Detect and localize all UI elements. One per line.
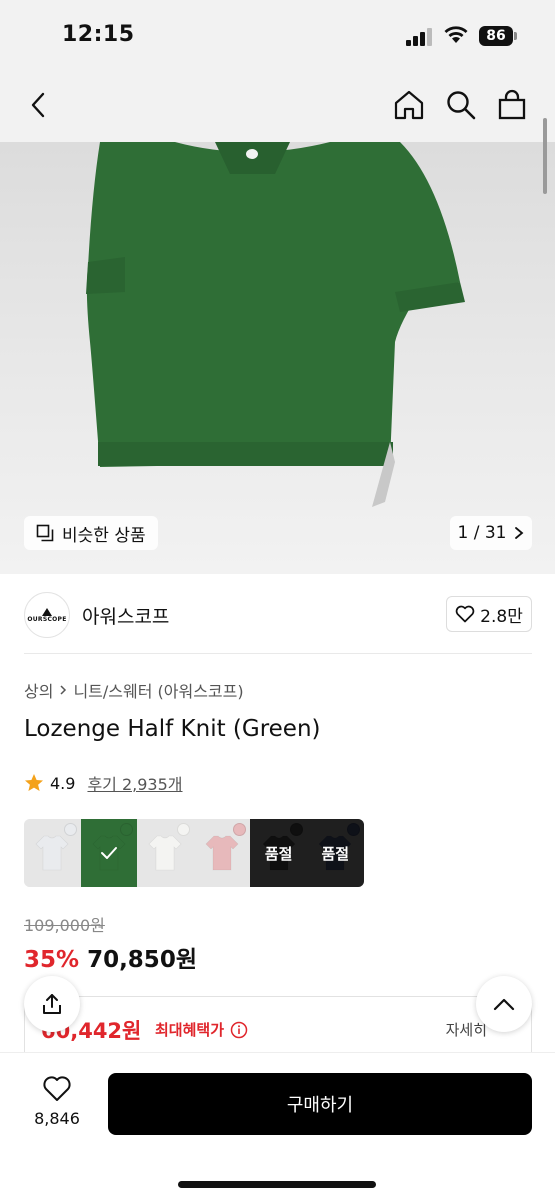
bottom-purchase-bar: 8,846 구매하기 — [0, 1052, 555, 1200]
scrollbar-thumb[interactable] — [543, 118, 547, 194]
rating-score: 4.9 — [50, 773, 76, 793]
benefit-detail-link[interactable]: 자세히 — [446, 1019, 487, 1040]
wifi-icon — [444, 26, 468, 43]
brand-logo[interactable]: OURSCOPE — [24, 592, 70, 638]
search-icon — [447, 91, 476, 120]
breadcrumb: 상의 니트/스웨터 (아워스코프) — [24, 678, 244, 702]
home-icon — [394, 90, 424, 120]
brand-row: OURSCOPE 아워스코프 2.8만 — [24, 590, 532, 640]
home-indicator[interactable] — [178, 1181, 376, 1188]
discount-rate: 35% — [24, 947, 80, 973]
similar-icon — [36, 524, 54, 542]
sale-price: 70,850원 — [87, 947, 197, 973]
divider — [24, 653, 532, 654]
wishlist-count: 8,846 — [34, 1109, 80, 1128]
product-title: Lozenge Half Knit (Green) — [24, 716, 321, 742]
search-button[interactable] — [444, 88, 478, 122]
max-benefit-label: 최대혜택가 — [155, 1019, 248, 1040]
buy-button[interactable]: 구매하기 — [108, 1073, 532, 1135]
brand-like-button[interactable]: 2.8만 — [446, 596, 532, 632]
color-swatch[interactable] — [193, 819, 251, 887]
sold-out-label: 품절 — [250, 819, 307, 887]
swatch-color-dot — [176, 823, 190, 836]
swatch-shirt-thumbnail — [149, 835, 182, 871]
battery-tip — [514, 32, 517, 40]
chevron-right-icon — [515, 527, 524, 539]
chevron-right-icon — [60, 685, 67, 695]
page-indicator-text: 1 / 31 — [457, 523, 507, 543]
chevron-up-icon — [493, 998, 515, 1011]
max-benefit-label-text: 최대혜택가 — [155, 1021, 225, 1039]
star-icon — [25, 774, 43, 791]
similar-products-label: 비슷한 상품 — [62, 525, 146, 546]
product-photo[interactable] — [0, 142, 555, 574]
brand-like-count: 2.8만 — [480, 606, 523, 627]
swatch-color-dot — [120, 823, 134, 836]
status-bar: 12:15 86 — [0, 0, 555, 70]
color-swatch[interactable]: 품절 — [306, 819, 364, 887]
brand-logo-text: OURSCOPE — [27, 615, 67, 623]
gallery-page-indicator[interactable]: 1 / 31 — [450, 516, 532, 550]
similar-products-button[interactable]: 비슷한 상품 — [24, 516, 158, 550]
sold-out-label: 품절 — [306, 819, 364, 887]
color-swatch[interactable]: 품절 — [250, 819, 307, 887]
swatch-shirt-thumbnail — [205, 835, 239, 871]
brand-name[interactable]: 아워스코프 — [82, 602, 169, 629]
share-icon — [43, 994, 61, 1014]
battery-indicator: 86 — [479, 26, 513, 46]
heart-icon — [43, 1076, 71, 1101]
back-button[interactable] — [22, 88, 56, 122]
review-count-link[interactable]: 후기 2,935개 — [87, 771, 182, 795]
rating-row: 4.9 후기 2,935개 — [24, 771, 183, 795]
chevron-left-icon — [31, 92, 45, 118]
color-swatch[interactable] — [24, 819, 81, 887]
top-nav-bar — [0, 70, 555, 142]
color-swatch[interactable] — [80, 819, 138, 887]
heart-icon — [455, 605, 475, 623]
shopping-bag-icon — [498, 89, 526, 120]
share-button[interactable] — [24, 976, 80, 1032]
check-icon — [100, 847, 117, 859]
color-options: 품절 품절 — [24, 819, 364, 887]
home-button[interactable] — [392, 88, 426, 122]
wishlist-button[interactable]: 8,846 — [22, 1075, 92, 1128]
swatch-color-dot — [63, 823, 77, 836]
product-image-gallery[interactable] — [0, 142, 555, 574]
swatch-shirt-thumbnail — [35, 835, 69, 871]
status-time: 12:15 — [62, 22, 135, 47]
swatch-color-dot — [233, 823, 247, 836]
color-swatch[interactable] — [137, 819, 194, 887]
scroll-to-top-button[interactable] — [476, 976, 532, 1032]
cellular-signal-icon — [406, 28, 432, 46]
breadcrumb-category[interactable]: 상의 — [24, 678, 53, 702]
price-row: 35% 70,850원 — [24, 940, 197, 974]
breadcrumb-subcategory[interactable]: 니트/스웨터 (아워스코프) — [73, 678, 243, 702]
original-price: 109,000원 — [24, 916, 105, 935]
brand-logo-mark — [42, 607, 52, 616]
info-icon[interactable] — [230, 1021, 248, 1039]
cart-button[interactable] — [495, 88, 529, 122]
